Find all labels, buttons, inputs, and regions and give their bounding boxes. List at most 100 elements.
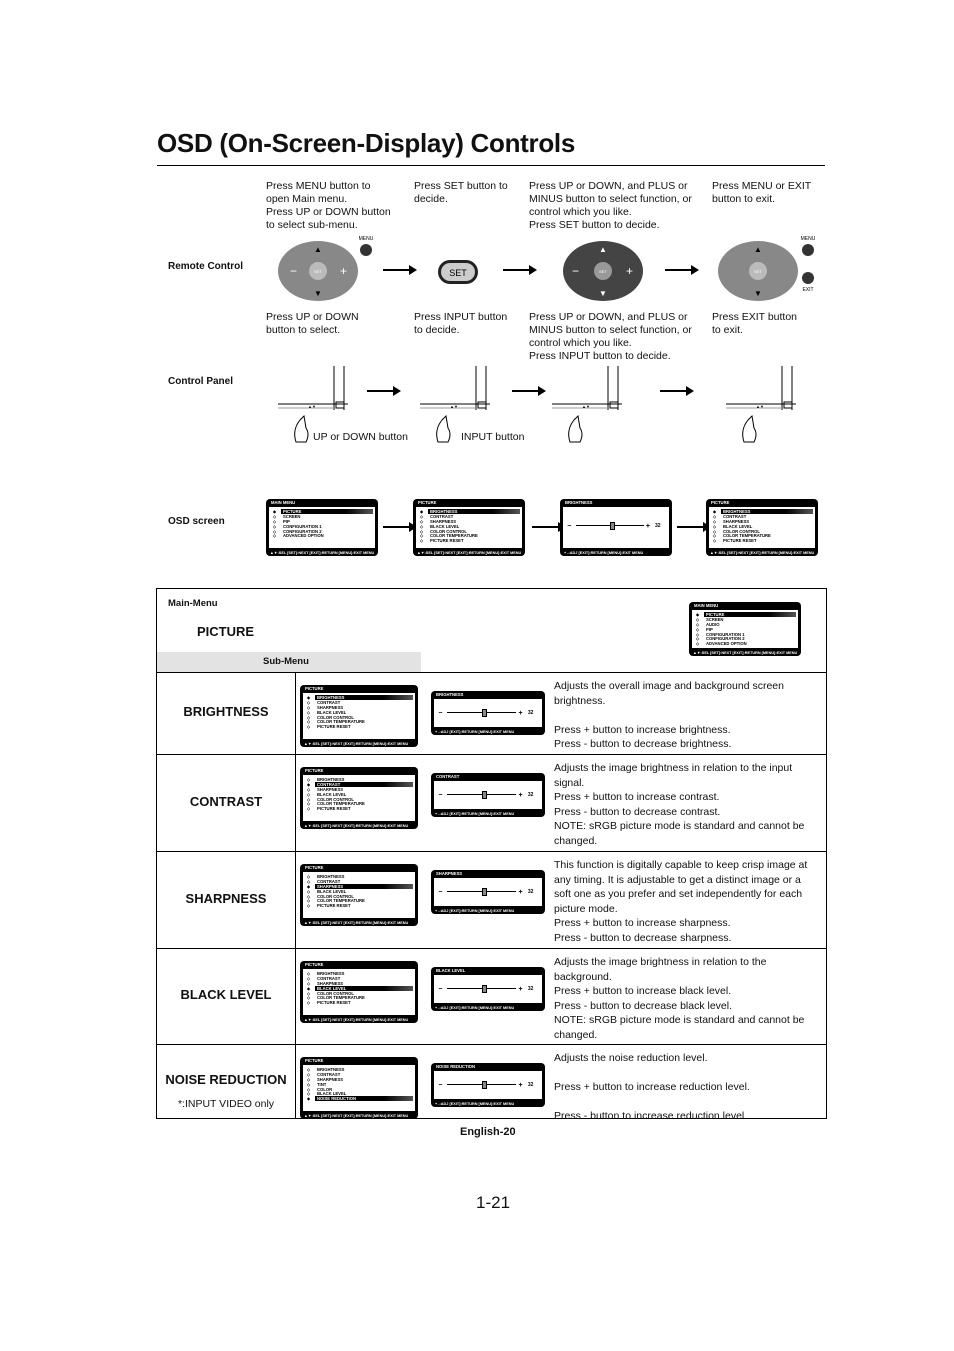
osd-title: BRIGHTNESS [565,500,593,505]
row-divider [157,672,826,673]
diamond-icon: ◇ [307,724,311,730]
osd-body: ◇ BRIGHTNESS ◇ CONTRAST ◇ SHARPNESS ◆ BLACK LEV… [303,969,415,1015]
flow-arrow [532,522,566,532]
remote-pad-3: SET ▲ ▼ − + [563,241,643,301]
flow-arrow [383,522,417,532]
slider-value: 32 [527,792,534,799]
selected-diamond-icon: ◆ [307,1096,311,1102]
svg-text:▼: ▼ [599,289,607,298]
osd-screen: PICTURE ◇ BRIGHTNESS ◇ CONTRAST ◇ SHARPNESS ◇ TI… [300,1057,418,1119]
osd-title: NOISE REDUCTION [436,1064,476,1069]
osd-footer: ▲▼:SEL [SET]:NEXT [EXIT]:RETURN [MENU]:E… [304,921,409,925]
osd-body: ◆ BRIGHTNESS ◇ CONTRAST ◇ SHARPNESS ◇ BLACK LEV… [416,507,522,548]
plus-icon: + [645,522,650,530]
row-description: Adjusts the image brightness in relation… [554,956,805,1041]
svg-text:▲▼: ▲▼ [308,404,316,409]
osd-title: PICTURE [305,865,324,870]
osd-footer: + -:ADJ [EXIT]:RETURN [MENU]:EXIT MENU [435,1102,515,1106]
page-title: OSD (On-Screen-Display) Controls [157,128,576,158]
minus-icon: − [438,709,443,717]
osd-screen: PICTURE ◆ BRIGHTNESS ◇ CONTRAST ◇ SHARPNESS ◇ BL… [413,499,525,556]
column-divider [295,851,296,948]
flow-arrow [503,265,537,275]
osd-body: − +32 [434,975,542,1003]
svg-text:▲: ▲ [314,245,322,254]
osd-footer: ▲▼:SEL [SET]:NEXT [EXIT]:RETURN [MENU]:E… [304,1018,409,1022]
row-divider [157,851,826,852]
flow-arrow [660,386,694,396]
osd-screen: BRIGHTNESS − +32 + -:ADJ [EXIT]:RETURN [MEN… [431,691,545,735]
control-panel-sketch: ▲▼ [420,366,490,443]
row-description: This function is digitally capable to ke… [554,859,808,944]
osd-menu-item: ◇ PICTURE RESET [420,538,464,544]
minus-icon: − [438,791,443,799]
slider-value: 32 [527,986,534,993]
remote-step-4: Press MENU or EXIT button to exit. [712,180,812,205]
sub-menu-label: Sub-Menu [157,652,421,672]
flow-arrow [665,265,699,275]
osd-footer: ▲▼:SEL [SET]:NEXT [EXIT]:RETURN [MENU]:E… [304,742,409,746]
title-rule [157,165,825,166]
osd-body: − +32 [434,781,542,809]
column-divider [295,672,296,754]
svg-text:SET: SET [449,268,467,278]
row-label-contrast: CONTRAST [189,793,263,809]
set-button-icon: SET [438,260,478,284]
diamond-icon: ◇ [713,538,717,544]
slider-knob [481,1080,487,1089]
svg-text:+: + [626,264,633,278]
row-divider [157,948,826,949]
osd-menu-item: ◇ PICTURE RESET [307,903,351,909]
svg-text:EXIT: EXIT [802,287,813,293]
remote-pad-4: SET ▲ ▼ MENU EXIT [718,236,816,301]
diamond-icon: ◇ [307,1000,311,1006]
osd-body: ◆ PICTURE ◇ SCREEN ◇ AUDIO ◇ PIP ◇ CONFIGURATION … [692,610,798,648]
diamond-icon: ◇ [307,903,311,909]
remote-step-3: Press UP or DOWN, and PLUS or MINUS butt… [529,180,692,231]
svg-text:MENU: MENU [801,236,816,242]
slider-knob [481,984,487,993]
osd-body: − +32 [563,507,669,548]
svg-text:▼: ▼ [754,289,762,298]
svg-text:▲▼: ▲▼ [582,404,590,409]
osd-footer: + -:ADJ [EXIT]:RETURN [MENU]:EXIT MENU [435,909,515,913]
control-panel-sketch: ▲▼ [278,366,348,443]
osd-body: ◆ BRIGHTNESS ◇ CONTRAST ◇ SHARPNESS ◇ BLACK LEV… [303,693,415,739]
osd-footer: + -:ADJ [EXIT]:RETURN [MENU]:EXIT MENU [435,812,515,816]
plus-icon: + [518,709,523,717]
remote-pad-1: SET ▲ ▼ − + MENU [278,236,374,301]
osd-screen: BLACK LEVEL − +32 + -:ADJ [EXIT]:RETURN [ME… [431,967,545,1011]
slider-track [446,708,517,717]
svg-text:▼: ▼ [314,289,322,298]
minus-icon: − [438,1081,443,1089]
osd-title: CONTRAST [436,774,460,779]
control-panel-sketch: ▲▼ [552,366,622,443]
osd-body: ◇ BRIGHTNESS ◇ CONTRAST ◇ SHARPNESS ◇ TINT ◇ COLO… [303,1065,415,1111]
osd-title: PICTURE [305,686,324,691]
osd-title: PICTURE [305,1058,324,1063]
page-number: 1-21 [476,1193,511,1212]
slider-knob [481,790,487,799]
diamond-icon: ◇ [307,806,311,812]
row-description: Adjusts the overall image and background… [554,680,784,750]
osd-menu-item: ◇ PICTURE RESET [307,1000,351,1006]
osd-body: ◆ PICTURE ◇ SCREEN ◇ PIP ◇ CONFIGURATION 1 ◇ CONF… [269,507,375,548]
minus-icon: − [567,522,572,530]
osd-body: ◇ BRIGHTNESS ◇ CONTRAST ◆ SHARPNESS ◇ BLACK LEV… [303,872,415,918]
osd-screen: CONTRAST − +32 + -:ADJ [EXIT]:RETURN [MENU]… [431,773,545,817]
row-label-noise-reduction: NOISE REDUCTION [165,1072,287,1087]
remote-control-label: Remote Control [168,261,243,272]
osd-title: SHARPNESS [436,871,463,876]
row-divider [157,1044,826,1045]
diamond-icon: ◇ [696,641,700,647]
flow-arrow [677,522,711,532]
osd-footer: + -:ADJ [EXIT]:RETURN [MENU]:EXIT MENU [435,1006,515,1010]
osd-title: PICTURE [305,768,324,773]
osd-body: − +32 [434,699,542,727]
slider-value: 32 [527,889,534,896]
osd-body: − +32 [434,878,542,906]
osd-title: MAIN MENU [271,500,296,505]
control-panel-label: Control Panel [168,376,234,387]
osd-body: ◇ BRIGHTNESS ◆ CONTRAST ◇ SHARPNESS ◇ BLACK LEV… [303,775,415,821]
main-menu-label: Main-Menu [168,598,218,609]
